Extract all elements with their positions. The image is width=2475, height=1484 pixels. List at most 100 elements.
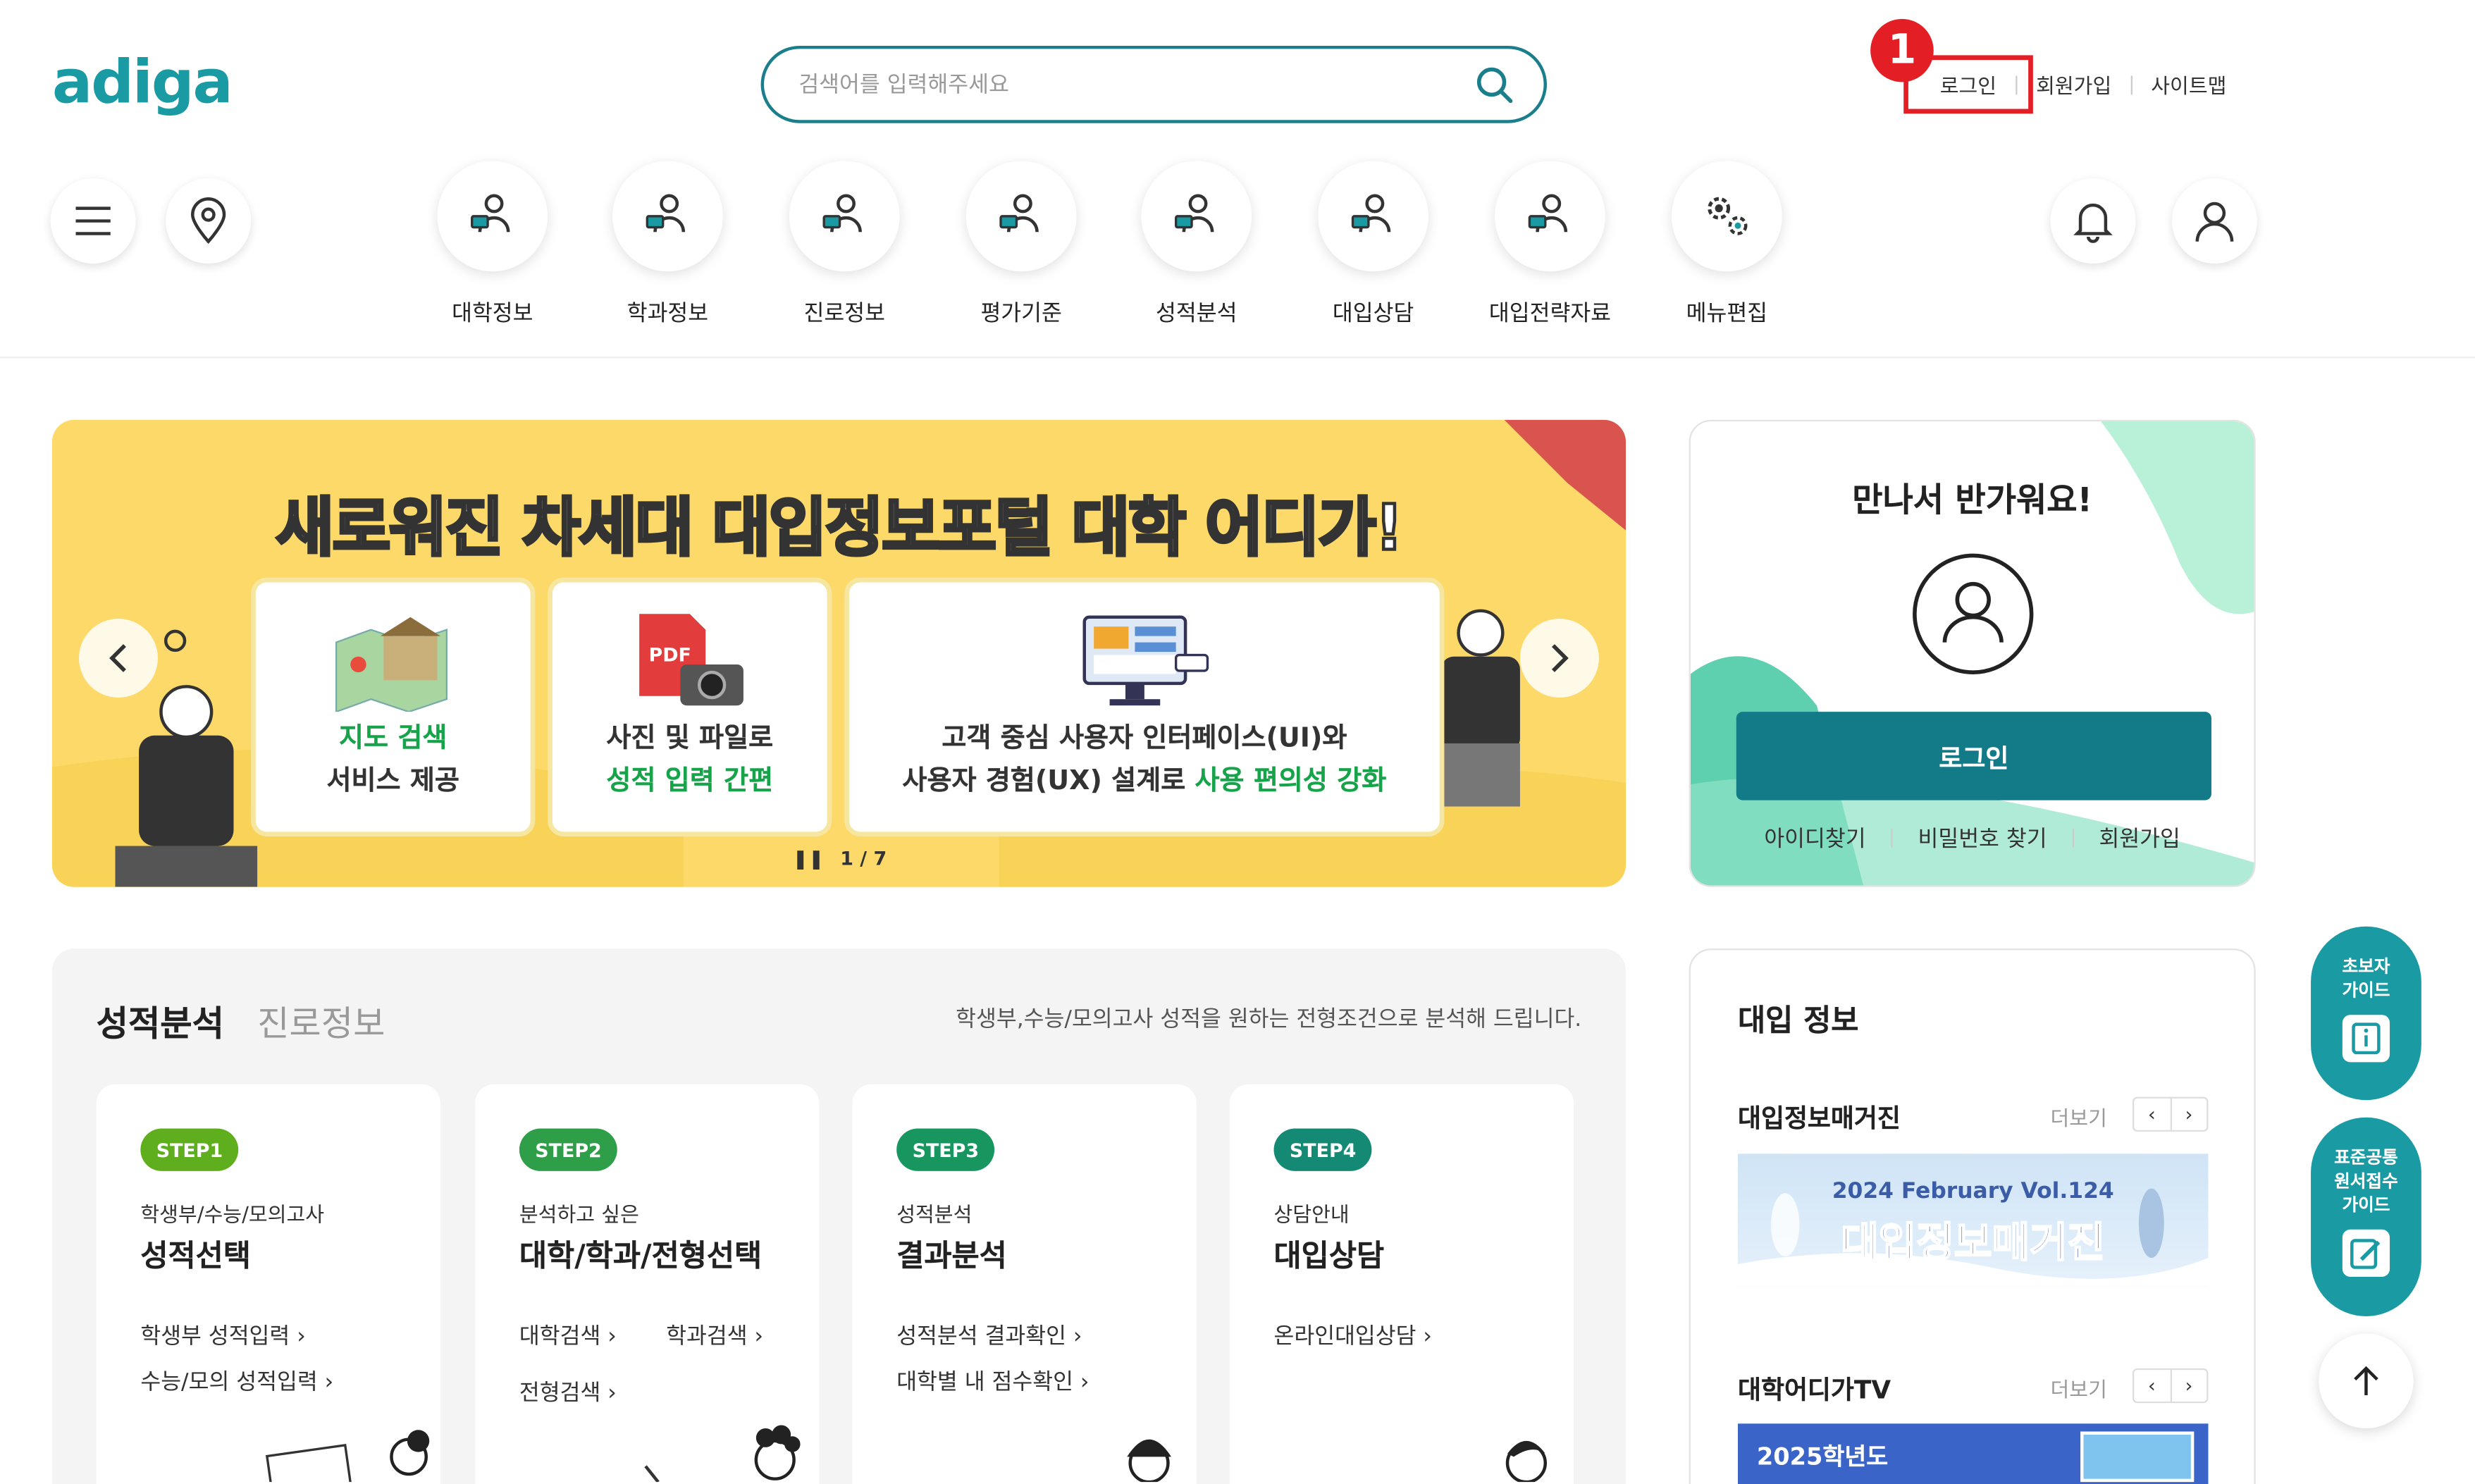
student-illustration	[1505, 1440, 1547, 1483]
chevron-left-icon[interactable]: ‹	[2134, 1370, 2171, 1402]
magazine-more-link[interactable]: 더보기	[2051, 1101, 2107, 1132]
user-avatar-icon	[1913, 553, 2034, 674]
common-guide-label: 표준공통 원서접수 가이드	[2334, 1147, 2398, 1216]
edit-document-icon	[2342, 1229, 2390, 1277]
tab-grade-analysis[interactable]: 성적분석	[97, 996, 224, 1046]
step-subtitle: 상담안내	[1273, 1204, 1350, 1228]
nav-icon-circle	[965, 161, 1077, 272]
login-card: 만나서 반가워요! 로그인 아이디찾기 비밀번호 찾기 회원가입	[1689, 419, 2256, 887]
step-badge: STEP4	[1273, 1128, 1372, 1171]
beginner-guide-button[interactable]: 초보자 가이드	[2311, 926, 2421, 1101]
magazine-pager: ‹ ›	[2132, 1096, 2209, 1132]
student-illustration	[1127, 1439, 1171, 1483]
divider	[2130, 75, 2133, 94]
nav-icon-circle	[1141, 161, 1252, 272]
banner-card-map: 지도 검색 서비스 제공	[251, 577, 536, 837]
nav-label: 대입상담	[1332, 301, 1414, 327]
nav-icon-circle	[789, 161, 900, 272]
location-button[interactable]	[166, 178, 252, 264]
step-badge: STEP1	[140, 1128, 239, 1171]
student-record-input-link[interactable]: 학생부 성적입력 ›	[140, 1319, 305, 1351]
search-bar	[760, 45, 1548, 123]
step-badge: STEP3	[896, 1128, 995, 1171]
nav-icon-circle	[612, 161, 723, 272]
nav-grade-analysis[interactable]: 성적분석	[1118, 161, 1276, 328]
sitemap-link[interactable]: 사이트맵	[2151, 70, 2226, 100]
search-icon[interactable]	[1474, 65, 1515, 106]
search-input[interactable]	[798, 64, 1462, 106]
bell-icon	[2073, 203, 2113, 243]
monitor-icon	[1082, 615, 1209, 706]
find-password-link[interactable]: 비밀번호 찾기	[1918, 822, 2047, 854]
chevron-left-icon	[109, 644, 126, 672]
banner-next-button[interactable]	[1519, 619, 1599, 698]
chevron-right-icon	[1551, 644, 1569, 672]
score-by-university-link[interactable]: 대학별 내 점수확인 ›	[896, 1365, 1089, 1397]
notification-button[interactable]	[2050, 178, 2136, 264]
scroll-to-top-button[interactable]	[2319, 1333, 2414, 1429]
analysis-result-link[interactable]: 성적분석 결과확인 ›	[896, 1319, 1082, 1351]
student-illustration	[265, 1430, 430, 1483]
department-search-link[interactable]: 학과검색 ›	[666, 1319, 763, 1351]
mypage-button[interactable]	[2171, 178, 2257, 264]
tv-banner-text: 2025학년도	[1756, 1442, 1889, 1471]
nav-label: 대학정보	[452, 301, 533, 327]
university-search-link[interactable]: 대학검색 ›	[519, 1319, 617, 1351]
signup-link[interactable]: 회원가입	[2099, 822, 2180, 854]
login-greeting: 만나서 반가워요!	[1852, 481, 2092, 519]
magazine-banner[interactable]: 2024 February Vol.124 대입정보매거진	[1738, 1154, 2209, 1287]
card-line1: 고객 중심 사용자 인터페이스(UI)와	[942, 722, 1347, 755]
nav-career-info[interactable]: 진로정보	[765, 161, 923, 328]
hamburger-icon	[75, 206, 111, 235]
person-board-icon	[646, 194, 686, 233]
admission-type-search-link[interactable]: 전형검색 ›	[519, 1376, 617, 1408]
card-line2: 성적 입력 간편	[606, 765, 774, 798]
adiga-logo[interactable]: adiga	[52, 47, 233, 117]
info-book-icon	[2342, 1015, 2390, 1063]
person-board-icon	[1174, 194, 1214, 233]
card-line2-pre: 사용자 경험(UX) 설계로	[902, 765, 1195, 798]
card-line1: 지도 검색	[338, 722, 448, 755]
info-title: 대입 정보	[1738, 1003, 1859, 1039]
nav-menu-edit[interactable]: 메뉴편집	[1648, 161, 1806, 328]
panel-description: 학생부,수능/모의고사 성적을 원하는 전형조건으로 분석해 드립니다.	[956, 1006, 1582, 1032]
grade-analysis-panel: 성적분석 진로정보 학생부,수능/모의고사 성적을 원하는 전형조건으로 분석해…	[51, 948, 1626, 1484]
chevron-left-icon[interactable]: ‹	[2134, 1098, 2171, 1130]
nav-evaluation-criteria[interactable]: 평가기준	[942, 161, 1100, 328]
laptop-illustration	[2080, 1431, 2195, 1483]
common-application-guide-button[interactable]: 표준공통 원서접수 가이드	[2311, 1117, 2421, 1316]
step-card-3: STEP3 성적분석 결과분석 성적분석 결과확인 › 대학별 내 점수확인 ›	[852, 1084, 1197, 1484]
tv-more-link[interactable]: 더보기	[2051, 1373, 2107, 1404]
signup-link[interactable]: 회원가입	[2036, 70, 2111, 100]
magazine-section-title: 대입정보매거진	[1738, 1103, 1901, 1134]
hero-banner[interactable]: 새로워진 차세대 대입정보포털 대학 어디가! 지도 검색 서비스 제공 PDF	[51, 419, 1626, 887]
beginner-guide-label: 초보자 가이드	[2342, 956, 2390, 1001]
nav-department-info[interactable]: 학과정보	[588, 161, 746, 328]
card-line1: 사진 및 파일로	[606, 722, 774, 755]
login-button[interactable]: 로그인	[1736, 712, 2211, 800]
pause-icon[interactable]: ❚❚	[792, 848, 824, 870]
nav-university-info[interactable]: 대학정보	[414, 161, 572, 328]
chevron-right-icon[interactable]: ›	[2171, 1370, 2206, 1402]
map-building-icon	[335, 617, 448, 713]
step-title: 대학/학과/전형선택	[519, 1239, 763, 1274]
magazine-issue: 2024 February Vol.124	[1832, 1179, 2114, 1204]
step-card-2: STEP2 분석하고 싶은 대학/학과/전형선택 대학검색 › 학과검색 › 전…	[475, 1084, 820, 1484]
gears-icon	[1708, 197, 1748, 235]
chevron-right-icon[interactable]: ›	[2171, 1099, 2206, 1130]
tab-career-info[interactable]: 진로정보	[257, 996, 385, 1046]
login-sublinks: 아이디찾기 비밀번호 찾기 회원가입	[1691, 822, 2254, 854]
nav-strategy-materials[interactable]: 대입전략자료	[1471, 161, 1629, 328]
find-id-link[interactable]: 아이디찾기	[1764, 822, 1865, 854]
online-counseling-link[interactable]: 온라인대입상담 ›	[1274, 1319, 1432, 1351]
tv-banner[interactable]: 2025학년도	[1738, 1423, 2209, 1484]
nav-admission-counseling[interactable]: 대입상담	[1295, 161, 1452, 328]
arrow-up-icon	[2354, 1366, 2378, 1395]
menu-button[interactable]	[50, 178, 136, 264]
step-subtitle: 분석하고 싶은	[519, 1204, 639, 1228]
banner-card-text: 지도 검색 서비스 제공	[256, 718, 531, 803]
nav-label: 대입전략자료	[1488, 301, 1612, 327]
banner-prev-button[interactable]	[78, 619, 158, 698]
divider	[2072, 828, 2074, 848]
exam-score-input-link[interactable]: 수능/모의 성적입력 ›	[140, 1365, 333, 1397]
